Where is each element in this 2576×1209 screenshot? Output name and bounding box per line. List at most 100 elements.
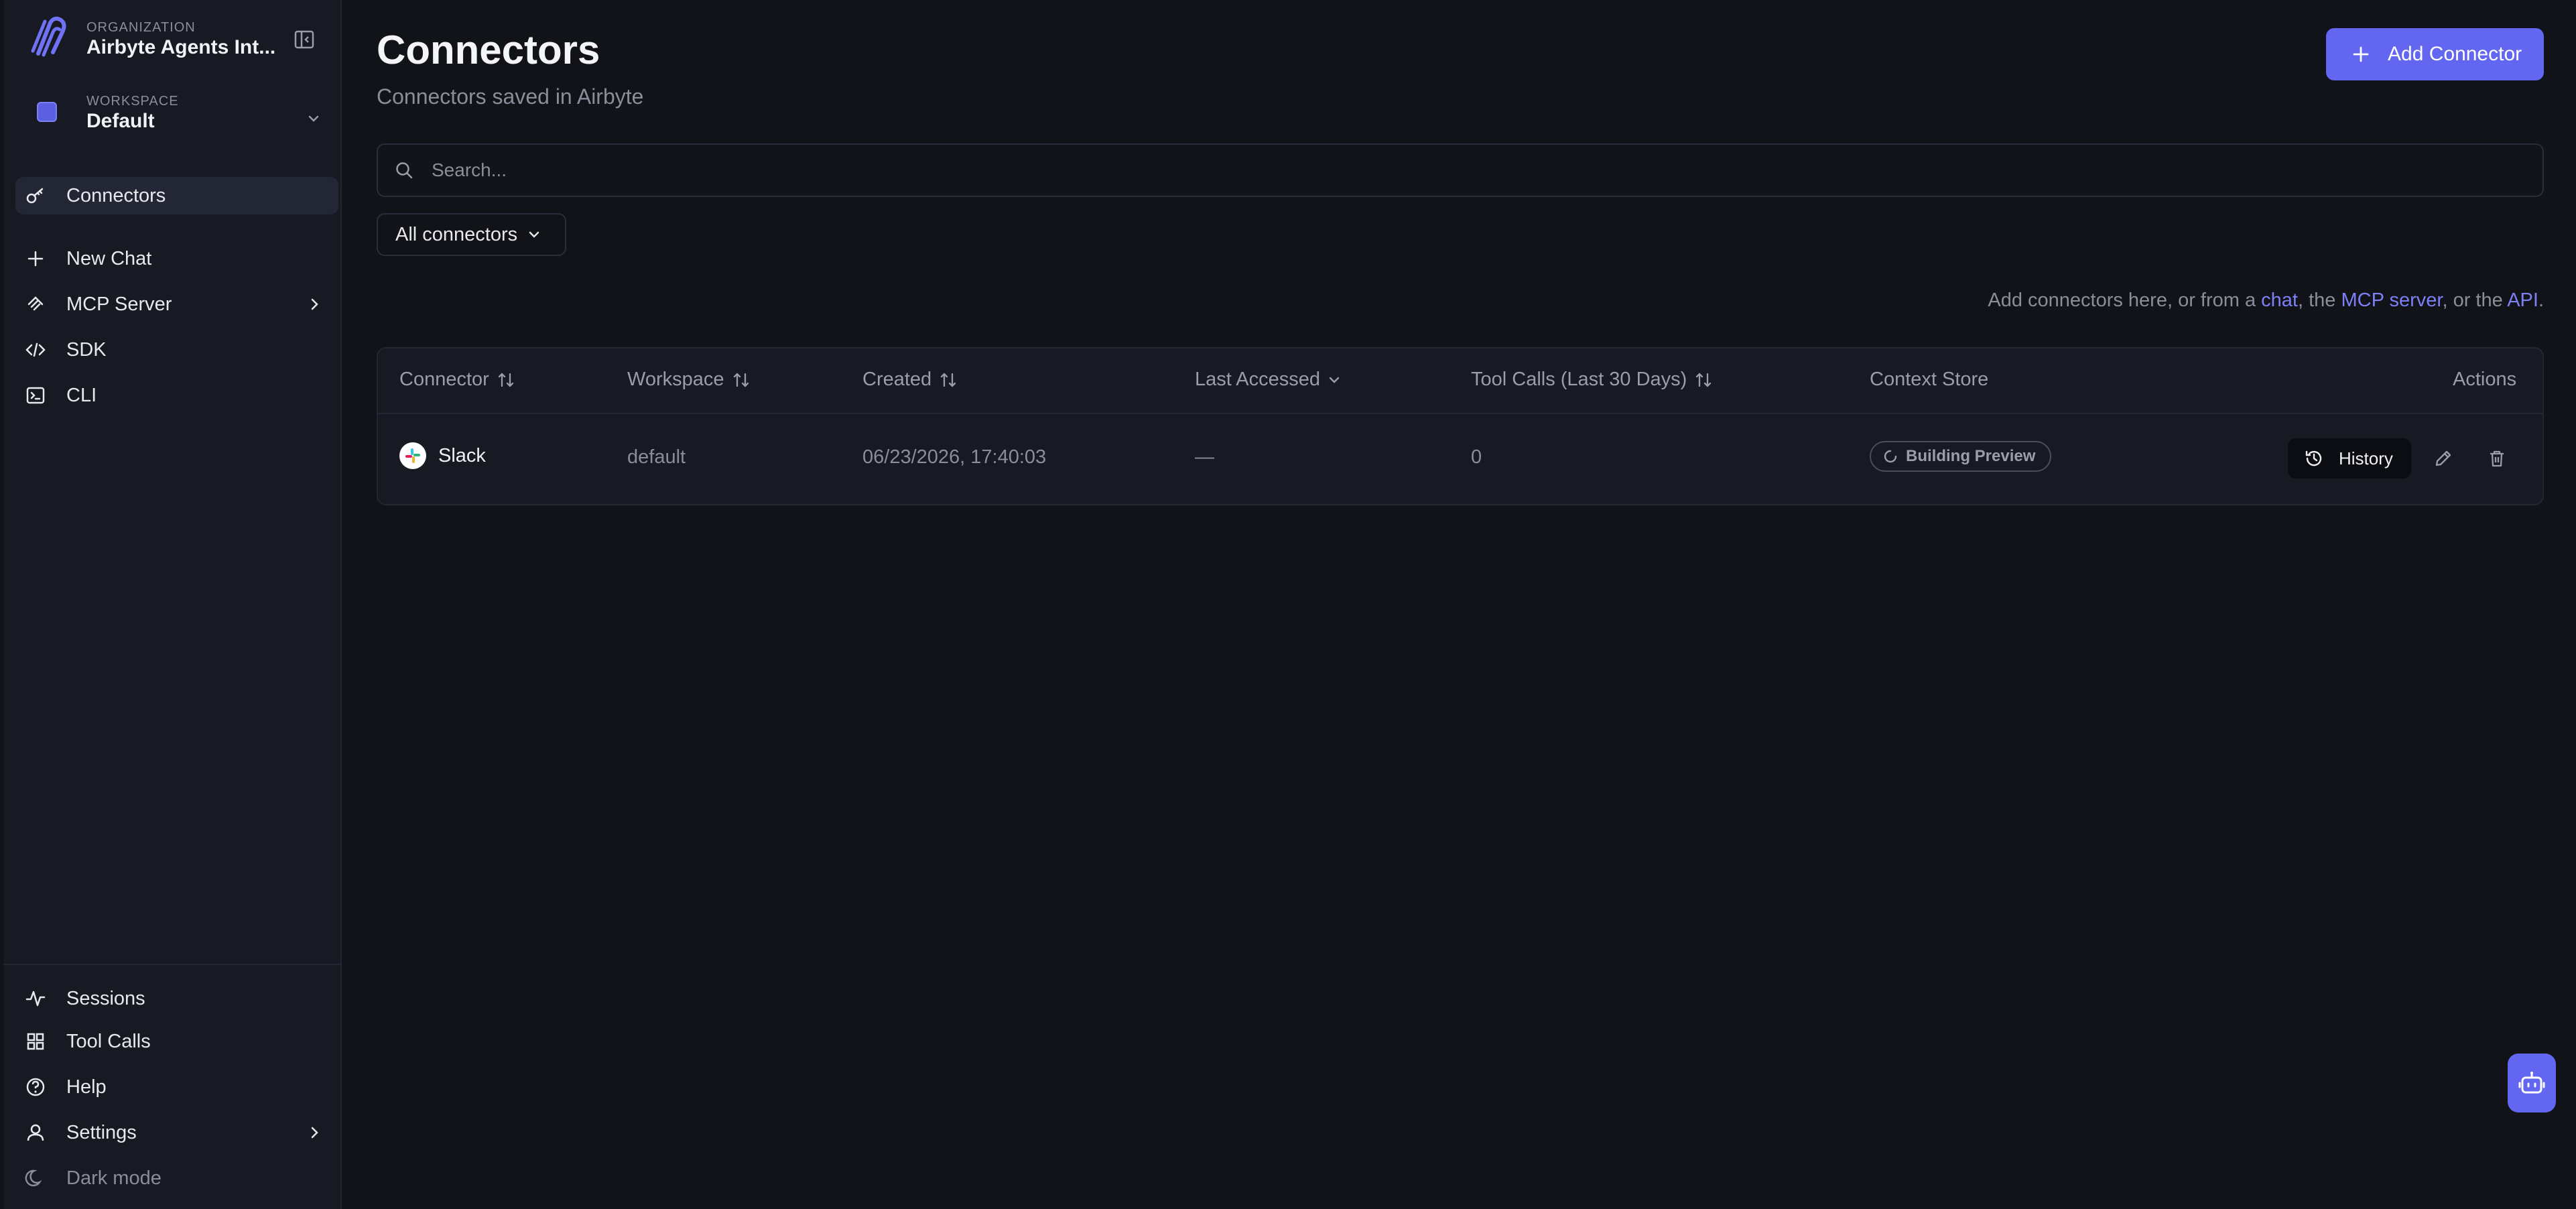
organization-switcher[interactable]: ORGANIZATION Airbyte Agents Int... [3,13,342,67]
created-cell: 06/23/2026, 17:40:03 [862,446,1047,468]
plus-icon [2353,46,2369,62]
plus-icon [25,248,46,269]
connectors-table: Connector Workspace Created Last Accesse… [377,347,2544,505]
column-label: Last Accessed [1195,369,1320,390]
column-label: Tool Calls (Last 30 Days) [1471,369,1687,390]
column-header-connector[interactable]: Connector [399,369,516,391]
search-input[interactable] [430,159,2443,182]
hint-text: , or the [2442,290,2508,311]
workspace-name: Default [86,110,155,132]
add-connector-button[interactable]: Add Connector [2326,28,2544,80]
status-badge: Building Preview [1870,441,2052,472]
sidebar-item-label: SDK [66,338,107,361]
sidebar-item-sdk[interactable]: SDK [15,331,338,369]
assistant-bot-button[interactable] [2508,1054,2556,1112]
hint-suffix: . [2538,290,2544,311]
loading-spinner-icon [1884,450,1897,463]
code-icon [25,339,46,361]
sort-icon [498,372,513,387]
sidebar-item-new-chat[interactable]: New Chat [15,240,338,277]
app: ORGANIZATION Airbyte Agents Int... WORKS… [0,0,2576,1209]
sidebar-item-connectors[interactable]: Connectors [15,177,338,214]
workspace-cell: default [627,446,686,468]
sidebar: ORGANIZATION Airbyte Agents Int... WORKS… [3,0,342,1209]
organization-label: ORGANIZATION [86,20,196,35]
chevron-right-icon [311,298,318,310]
sort-icon [733,372,749,387]
api-link[interactable]: API [2507,290,2538,311]
table-row[interactable]: Slack default 06/23/2026, 17:40:03 — 0 B… [378,414,2542,505]
sidebar-item-cli[interactable]: CLI [15,377,338,414]
last-accessed-cell: — [1195,446,1214,468]
edit-icon[interactable] [2433,448,2454,469]
chevron-down-icon [1329,377,1340,383]
column-header-context-store: Context Store [1870,369,1988,391]
sidebar-item-mcp-server[interactable]: MCP Server [15,285,338,323]
trash-icon[interactable] [2486,448,2508,469]
column-header-actions: Actions [2453,369,2516,391]
sidebar-item-settings[interactable]: Settings [15,1114,338,1151]
sidebar-divider [3,964,340,965]
workspace-label: WORKSPACE [86,94,179,109]
workspace-switcher[interactable]: WORKSPACE Default [3,86,342,153]
bot-icon [2518,1072,2545,1094]
history-label: History [2339,448,2393,468]
hint-prefix: Add connectors here, or from a [1988,290,2262,311]
sidebar-item-label: CLI [66,384,97,406]
column-label: Created [862,369,932,390]
terminal-icon [25,385,46,406]
collapse-sidebar-icon[interactable] [293,28,316,51]
column-header-created[interactable]: Created [862,369,958,391]
column-label: Context Store [1870,369,1989,390]
connector-name: Slack [438,444,486,466]
grid-icon [25,1031,46,1052]
airbyte-logo-icon [31,16,66,57]
sidebar-item-label: New Chat [66,247,152,269]
connector-filter-dropdown[interactable]: All connectors [377,213,566,256]
column-header-last-accessed[interactable]: Last Accessed [1195,369,1342,391]
sidebar-item-label: Help [66,1076,107,1098]
workspace-color-swatch [37,102,57,122]
tool-calls-cell: 0 [1471,446,1482,468]
history-button[interactable]: History [2288,438,2411,479]
chevron-right-icon [311,1127,318,1139]
sidebar-item-label: Tool Calls [66,1030,151,1052]
page-title: Connectors [377,27,600,72]
mcp-icon [25,294,46,315]
column-header-workspace[interactable]: Workspace [627,369,751,391]
chevron-down-icon [308,115,319,122]
sidebar-item-help[interactable]: Help [15,1068,338,1106]
sidebar-item-sessions[interactable]: Sessions [15,980,338,1017]
search-box[interactable] [377,143,2544,197]
history-icon [2305,450,2322,466]
table-header: Connector Workspace Created Last Accesse… [378,348,2542,414]
main-content: Connectors Connectors saved in Airbyte A… [377,0,2544,1209]
column-header-tool-calls[interactable]: Tool Calls (Last 30 Days) [1471,369,1714,391]
sidebar-item-tool-calls[interactable]: Tool Calls [15,1023,338,1060]
column-label: Actions [2453,369,2517,390]
slack-logo-icon [399,442,426,469]
help-icon [25,1076,46,1098]
sort-icon [1696,372,1712,387]
activity-icon [25,988,46,1009]
moon-icon [25,1167,46,1189]
key-icon [25,185,46,206]
connector-name-cell[interactable]: Slack [399,442,486,469]
add-connectors-hint: Add connectors here, or from a chat, the… [1988,290,2544,312]
sidebar-item-label: Connectors [66,184,166,206]
dark-mode-toggle[interactable]: Dark mode [15,1159,338,1197]
user-icon [25,1122,46,1143]
organization-name: Airbyte Agents Int... [86,36,276,58]
hint-text: , the [2298,290,2341,311]
page-subtitle: Connectors saved in Airbyte [377,84,644,109]
mcp-server-link[interactable]: MCP server [2341,290,2443,311]
sidebar-item-label: MCP Server [66,293,172,315]
column-label: Connector [399,369,489,390]
dark-mode-label: Dark mode [66,1167,162,1189]
search-icon [396,162,413,179]
status-label: Building Preview [1906,447,2036,465]
chat-link[interactable]: chat [2261,290,2298,311]
filter-label: All connectors [395,223,518,245]
chevron-down-icon [529,231,539,238]
column-label: Workspace [627,369,724,390]
